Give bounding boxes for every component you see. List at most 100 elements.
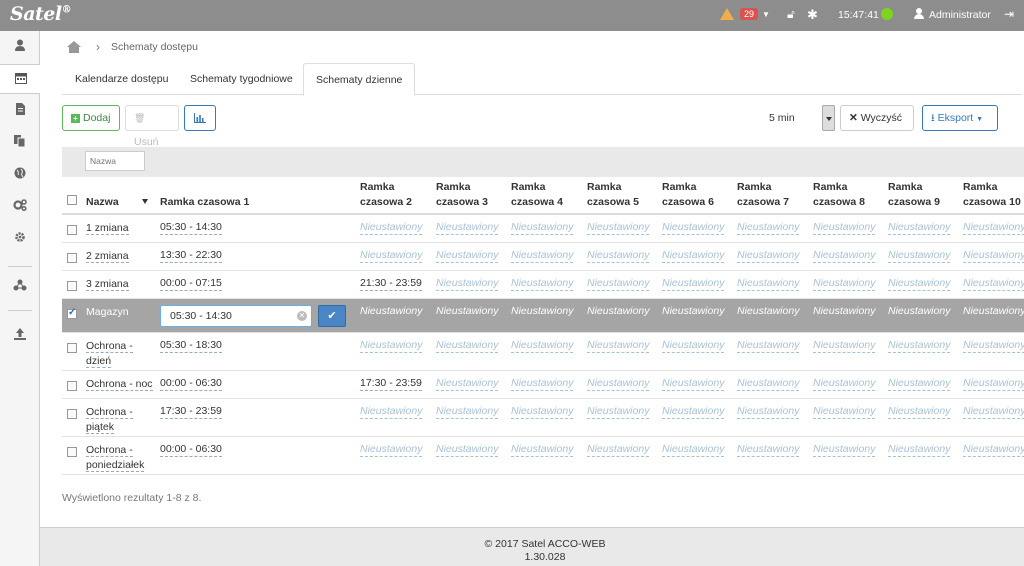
frame-8-value[interactable]: Nieustawiony (813, 221, 876, 235)
frame-2-value[interactable]: Nieustawiony (360, 405, 423, 419)
frame-3-value[interactable]: Nieustawiony (436, 339, 499, 353)
logout-icon[interactable]: ⇥ (1004, 7, 1014, 21)
gear-icon[interactable] (0, 224, 40, 254)
frame-9-value[interactable]: Nieustawiony (888, 377, 951, 391)
frame-9-value[interactable]: Nieustawiony (888, 305, 950, 318)
row-checkbox[interactable] (67, 409, 77, 419)
frame-1-value[interactable]: 05:30 - 18:30 (160, 339, 222, 353)
column-header-name[interactable]: Nazwa (86, 195, 119, 210)
chart-button[interactable] (184, 105, 216, 131)
frame-6-value[interactable]: Nieustawiony (662, 249, 725, 263)
frame-1-value[interactable]: 13:30 - 22:30 (160, 249, 222, 263)
name-filter-input[interactable] (85, 151, 145, 171)
frame-5-value[interactable]: Nieustawiony (587, 277, 650, 291)
frame-10-value[interactable]: Nieustawiony (963, 443, 1024, 457)
frame-10-value[interactable]: Nieustawiony (963, 249, 1024, 263)
frame-10-value[interactable]: Nieustawiony (963, 339, 1024, 353)
frame-3-value[interactable]: Nieustawiony (436, 305, 498, 318)
add-button[interactable]: + Dodaj (62, 105, 120, 131)
frame-2-value[interactable]: Nieustawiony (360, 249, 423, 263)
frame-6-value[interactable]: Nieustawiony (662, 305, 724, 318)
frame-7-value[interactable]: Nieustawiony (737, 443, 800, 457)
frame-8-value[interactable]: Nieustawiony (813, 377, 876, 391)
warning-icon[interactable] (720, 8, 734, 20)
frame-5-value[interactable]: Nieustawiony (587, 339, 650, 353)
document-icon[interactable] (0, 96, 40, 126)
globe-icon[interactable] (0, 160, 40, 190)
frame-5-value[interactable]: Nieustawiony (587, 249, 650, 263)
sort-desc-icon[interactable] (142, 199, 148, 204)
calendar-icon[interactable] (0, 64, 41, 94)
frame-9-value[interactable]: Nieustawiony (888, 249, 951, 263)
frame-8-value[interactable]: Nieustawiony (813, 443, 876, 457)
frame-1-value[interactable]: 00:00 - 06:30 (160, 443, 222, 457)
row-checkbox[interactable] (67, 225, 77, 235)
frame-2-value[interactable]: Nieustawiony (360, 339, 423, 353)
frame-1-value[interactable]: 00:00 - 07:15 (160, 277, 222, 291)
frame-8-value[interactable]: Nieustawiony (813, 277, 876, 291)
frame-10-value[interactable]: Nieustawiony (963, 377, 1024, 391)
row-checkbox[interactable] (67, 343, 77, 353)
frame-8-value[interactable]: Nieustawiony (813, 339, 876, 353)
frame-5-value[interactable]: Nieustawiony (587, 405, 650, 419)
interval-select-button[interactable] (822, 105, 835, 131)
frame-5-value[interactable]: Nieustawiony (587, 221, 650, 235)
frame-1-value[interactable]: 05:30 - 14:30 (160, 221, 222, 235)
row-checkbox[interactable] (67, 281, 77, 291)
user-icon[interactable] (0, 32, 40, 62)
cogs-icon[interactable] (0, 192, 40, 222)
frame-4-value[interactable]: Nieustawiony (511, 305, 573, 318)
frame-2-value[interactable]: 21:30 - 23:59 (360, 277, 422, 291)
frame-9-value[interactable]: Nieustawiony (888, 405, 951, 419)
frame-2-value[interactable]: 17:30 - 23:59 (360, 377, 422, 391)
frame-8-value[interactable]: Nieustawiony (813, 305, 875, 318)
confirm-button[interactable]: ✔ (318, 305, 346, 327)
row-checkbox[interactable] (67, 381, 77, 391)
unlock-icon[interactable]: 🔓︎ (787, 7, 795, 22)
frame-4-value[interactable]: Nieustawiony (511, 339, 574, 353)
frame-10-value[interactable]: Nieustawiony (963, 277, 1024, 291)
row-checkbox[interactable] (67, 307, 77, 319)
table-row[interactable]: 3 zmiana 00:00 - 07:15 21:30 - 23:59 Nieust… (62, 271, 1024, 299)
table-row[interactable]: Magazyn 05:30 - 14:30✕ ✔ Nieustawiony Nieust… (62, 299, 1024, 333)
frame-7-value[interactable]: Nieustawiony (737, 405, 800, 419)
frame-3-value[interactable]: Nieustawiony (436, 249, 499, 263)
frame-2-value[interactable]: Nieustawiony (360, 221, 423, 235)
frame-6-value[interactable]: Nieustawiony (662, 377, 725, 391)
frame-9-value[interactable]: Nieustawiony (888, 277, 951, 291)
table-row[interactable]: Ochrona - noc 00:00 - 06:30 17:30 - 23:59 N… (62, 371, 1024, 399)
frame-9-value[interactable]: Nieustawiony (888, 443, 951, 457)
upload-icon[interactable] (0, 321, 40, 351)
frame-3-value[interactable]: Nieustawiony (436, 221, 499, 235)
frame-6-value[interactable]: Nieustawiony (662, 277, 725, 291)
frame-3-value[interactable]: Nieustawiony (436, 443, 499, 457)
frame-4-value[interactable]: Nieustawiony (511, 377, 574, 391)
frame-8-value[interactable]: Nieustawiony (813, 249, 876, 263)
row-checkbox[interactable] (67, 253, 77, 263)
tab-weekly-schemes[interactable]: Schematy tygodniowe (178, 63, 305, 95)
frame-4-value[interactable]: Nieustawiony (511, 221, 574, 235)
frame-9-value[interactable]: Nieustawiony (888, 339, 951, 353)
delete-button[interactable]: 🗑︎ Usuń (125, 105, 179, 148)
export-button[interactable]: ⭳ Eksport ▼ (922, 105, 998, 131)
frame-7-value[interactable]: Nieustawiony (737, 277, 800, 291)
home-icon[interactable] (67, 41, 81, 53)
frame-7-value[interactable]: Nieustawiony (737, 377, 800, 391)
network-icon[interactable] (0, 272, 40, 302)
frame-10-value[interactable]: Nieustawiony (963, 305, 1024, 318)
table-row[interactable]: Ochrona - piątek 17:30 - 23:59 Nieustawiony… (62, 399, 1024, 437)
select-all-checkbox[interactable] (67, 195, 77, 205)
frame-1-value[interactable]: 00:00 - 06:30 (160, 377, 222, 391)
asterisk-icon[interactable]: ✱ (807, 7, 818, 23)
username[interactable]: Administrator (929, 9, 991, 21)
frame-5-value[interactable]: Nieustawiony (587, 443, 650, 457)
frame-9-value[interactable]: Nieustawiony (888, 221, 951, 235)
table-row[interactable]: Ochrona - poniedziałek 00:00 - 06:30 Nieust… (62, 437, 1024, 475)
frame-7-value[interactable]: Nieustawiony (737, 249, 800, 263)
table-row[interactable]: 2 zmiana 13:30 - 22:30 Nieustawiony Nieusta… (62, 243, 1024, 271)
frame-6-value[interactable]: Nieustawiony (662, 221, 725, 235)
frame-8-value[interactable]: Nieustawiony (813, 405, 876, 419)
frame-10-value[interactable]: Nieustawiony (963, 405, 1024, 419)
chevron-down-icon[interactable]: ▼ (762, 10, 770, 19)
frame-6-value[interactable]: Nieustawiony (662, 339, 725, 353)
